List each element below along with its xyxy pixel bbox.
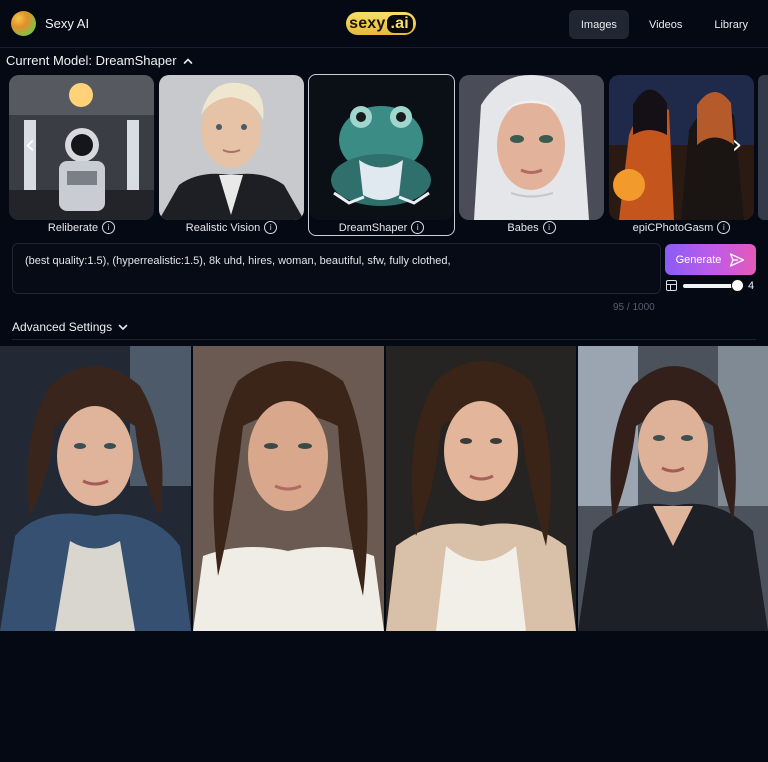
generate-button[interactable]: Generate [665, 244, 756, 275]
info-icon[interactable]: i [717, 221, 731, 234]
model-name: epiCPhotoGasm [632, 221, 714, 234]
sexy-ai-logo[interactable]: sexy .ai [346, 12, 416, 35]
prompt-char-counter: 95 / 1000 [613, 302, 655, 313]
nav-library[interactable]: Library [702, 10, 760, 39]
generate-label: Generate [675, 253, 722, 266]
model-card-label: Babes i [459, 221, 604, 234]
carousel-next-icon[interactable]: › [727, 130, 747, 160]
chevron-up-icon [183, 57, 192, 64]
model-card-label: DreamShaper i [309, 221, 454, 234]
model-name: Reliberate [47, 221, 99, 234]
prompt-text: (best quality:1.5), (hyperrealistic:1.5)… [25, 255, 451, 267]
chevron-down-icon [118, 324, 128, 331]
advanced-settings-toggle[interactable]: Advanced Settings [12, 320, 128, 334]
top-header: Sexy AI sexy .ai Images Videos Library [0, 0, 768, 48]
advanced-settings-label: Advanced Settings [12, 320, 113, 334]
logo-text-main: sexy [349, 14, 386, 32]
batch-count-value: 4 [748, 280, 755, 292]
send-icon [730, 252, 745, 267]
layout-grid-icon[interactable] [666, 280, 677, 291]
main-nav: Images Videos Library [568, 10, 760, 39]
info-icon[interactable]: i [542, 221, 556, 234]
model-name: DreamShaper [338, 221, 408, 234]
generated-image-gallery [0, 346, 768, 631]
info-icon[interactable]: i [102, 221, 116, 234]
model-card-label: Realistic Vision i [159, 221, 304, 234]
logo-text-ai: .ai [386, 14, 413, 33]
model-thumb-babes [459, 75, 604, 220]
model-card-dreamshaper[interactable]: DreamShaper i [308, 74, 455, 236]
current-model-toggle[interactable]: Current Model: DreamShaper [6, 53, 193, 68]
brand-name[interactable]: Sexy AI [45, 16, 89, 31]
model-card-label: epiCPhotoGasm i [609, 221, 754, 234]
model-card-babes[interactable]: Babes i [459, 75, 604, 235]
prompt-input[interactable]: (best quality:1.5), (hyperrealistic:1.5)… [12, 243, 661, 294]
info-icon[interactable]: i [411, 221, 425, 234]
model-name: Realistic Vision [185, 221, 261, 234]
nav-videos[interactable]: Videos [637, 10, 694, 39]
generated-image-4[interactable] [578, 346, 768, 631]
model-carousel: Reliberate i Realistic Vision i DreamSha… [0, 74, 768, 236]
model-card-realistic-vision[interactable]: Realistic Vision i [159, 75, 304, 235]
model-thumb-dreamshaper [309, 75, 454, 220]
current-model-label: Current Model: DreamShaper [6, 53, 177, 68]
model-name: Babes [507, 221, 539, 234]
next-card-peek [758, 75, 768, 220]
nav-images[interactable]: Images [568, 10, 629, 39]
generated-image-1[interactable] [0, 346, 191, 631]
generated-image-3[interactable] [386, 346, 576, 631]
model-card-label: Reliberate i [9, 221, 154, 234]
brand-logo-icon[interactable] [11, 11, 36, 36]
model-thumb-realistic-vision [159, 75, 304, 220]
info-icon[interactable]: i [264, 221, 278, 234]
batch-count-slider-thumb[interactable] [731, 279, 744, 292]
carousel-prev-icon[interactable]: ‹ [20, 130, 40, 160]
section-divider [12, 339, 756, 340]
generated-image-2[interactable] [193, 346, 384, 631]
